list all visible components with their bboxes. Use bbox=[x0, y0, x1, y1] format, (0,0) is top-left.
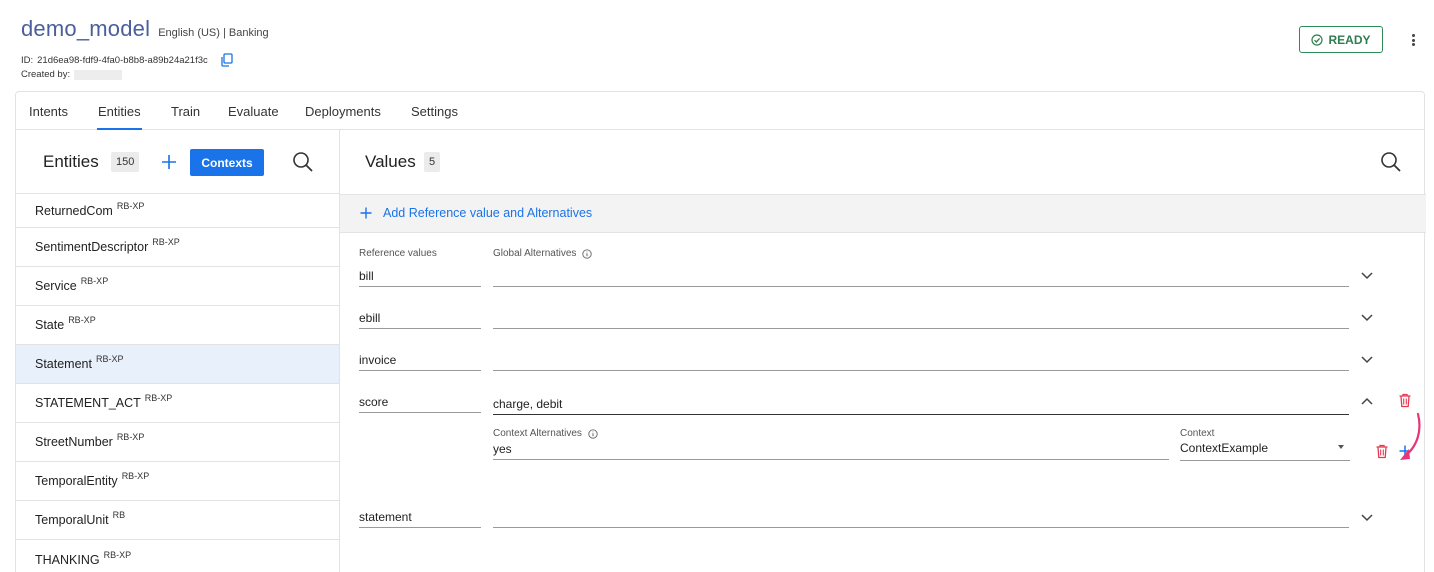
reference-values-header: Reference values bbox=[359, 248, 437, 259]
model-header: demo_model English (US) | Banking bbox=[21, 16, 269, 42]
caret-down-icon bbox=[1338, 445, 1344, 449]
model-meta: English (US) | Banking bbox=[158, 27, 269, 39]
entities-title: Entities bbox=[43, 152, 99, 171]
values-title: Values bbox=[365, 152, 416, 171]
entity-item-streetnumber[interactable]: StreetNumber RB-XP bbox=[16, 423, 339, 462]
entity-list: ReturnedCom RB-XP SentimentDescriptor RB-X… bbox=[16, 194, 339, 572]
tab-bar: Intents Entities Train Evaluate Deployme… bbox=[16, 92, 1424, 130]
add-reference-value-button[interactable]: Add Reference value and Alternatives bbox=[360, 206, 592, 220]
search-entities-icon[interactable] bbox=[292, 151, 314, 173]
more-options-icon[interactable] bbox=[1406, 32, 1420, 48]
values-count-badge: 5 bbox=[424, 152, 441, 172]
id-value: 21d6ea98-fdf9-4fa0-b8b8-a89b24a21f3c bbox=[37, 54, 208, 66]
tab-entities[interactable]: Entities bbox=[97, 104, 142, 130]
entities-count-badge: 150 bbox=[111, 152, 140, 172]
plus-icon bbox=[360, 207, 372, 219]
redacted-author bbox=[74, 69, 123, 80]
annotation-arrow-icon bbox=[1400, 412, 1421, 460]
model-id-line: ID: 21d6ea98-fdf9-4fa0-b8b8-a89b24a21f3c bbox=[21, 53, 234, 67]
global-alternatives-header: Global Alternatives bbox=[493, 248, 593, 259]
status-ready-button[interactable]: READY bbox=[1299, 26, 1383, 53]
info-icon[interactable] bbox=[588, 428, 598, 439]
entity-item-state[interactable]: State RB-XP bbox=[16, 306, 339, 345]
entity-item-sentimentdescriptor[interactable]: SentimentDescriptor RB-XP bbox=[16, 228, 339, 267]
add-value-row: Add Reference value and Alternatives bbox=[340, 194, 1426, 233]
info-icon[interactable] bbox=[582, 248, 593, 259]
check-circle-icon bbox=[1311, 33, 1324, 46]
created-label: Created by: bbox=[21, 69, 71, 80]
delete-value-icon[interactable] bbox=[1398, 393, 1412, 408]
reference-value-invoice[interactable]: invoice bbox=[359, 353, 481, 371]
tab-deployments[interactable]: Deployments bbox=[305, 104, 381, 119]
entity-item-thanking[interactable]: THANKING RB-XP bbox=[16, 540, 339, 572]
tab-settings[interactable]: Settings bbox=[411, 104, 458, 119]
entities-panel: Entities 150 Contexts ReturnedCom RB-XP S… bbox=[16, 130, 340, 572]
global-alternatives-statement[interactable] bbox=[493, 510, 1349, 528]
entity-item-temporalunit[interactable]: TemporalUnit RB bbox=[16, 501, 339, 540]
chevron-down-icon[interactable] bbox=[1360, 312, 1374, 322]
entities-header: Entities 150 Contexts bbox=[16, 130, 339, 194]
entity-item-service[interactable]: Service RB-XP bbox=[16, 267, 339, 306]
id-label: ID: bbox=[21, 54, 34, 66]
reference-value-statement[interactable]: statement bbox=[359, 510, 481, 528]
tab-train[interactable]: Train bbox=[171, 104, 200, 119]
context-select[interactable]: ContextExample bbox=[1180, 441, 1350, 461]
status-label: READY bbox=[1328, 32, 1371, 47]
context-alternatives-header: Context Alternatives bbox=[493, 428, 598, 439]
global-alternatives-score[interactable]: charge, debit bbox=[493, 397, 1349, 415]
entity-item-returnedcom[interactable]: ReturnedCom RB-XP bbox=[16, 194, 339, 228]
created-by-line: Created by: bbox=[21, 69, 123, 80]
global-alternatives-ebill[interactable] bbox=[493, 311, 1349, 329]
add-entity-icon[interactable] bbox=[161, 154, 177, 170]
chevron-up-icon[interactable] bbox=[1360, 396, 1374, 406]
search-values-icon[interactable] bbox=[1380, 151, 1402, 173]
chevron-down-icon[interactable] bbox=[1360, 512, 1374, 522]
reference-value-bill[interactable]: bill bbox=[359, 269, 481, 287]
global-alternatives-invoice[interactable] bbox=[493, 353, 1349, 371]
global-alternatives-bill[interactable] bbox=[493, 269, 1349, 287]
context-select-value: ContextExample bbox=[1180, 441, 1269, 455]
chevron-down-icon[interactable] bbox=[1360, 270, 1374, 280]
chevron-down-icon[interactable] bbox=[1360, 354, 1374, 364]
tab-intents[interactable]: Intents bbox=[29, 104, 68, 119]
values-panel: Values 5 Add Reference value and Alterna… bbox=[340, 130, 1426, 572]
reference-value-ebill[interactable]: ebill bbox=[359, 311, 481, 329]
main-card: Intents Entities Train Evaluate Deployme… bbox=[15, 91, 1426, 572]
entity-item-temporalentity[interactable]: TemporalEntity RB-XP bbox=[16, 462, 339, 501]
add-reference-label: Add Reference value and Alternatives bbox=[383, 206, 593, 220]
entity-item-statement-act[interactable]: STATEMENT_ACT RB-XP bbox=[16, 384, 339, 423]
tab-evaluate[interactable]: Evaluate bbox=[228, 104, 279, 119]
reference-value-score[interactable]: score bbox=[359, 395, 481, 413]
entity-item-statement[interactable]: Statement RB-XP bbox=[16, 345, 339, 384]
contexts-button[interactable]: Contexts bbox=[190, 149, 264, 176]
copy-icon[interactable] bbox=[220, 53, 234, 67]
model-name: demo_model bbox=[21, 16, 151, 41]
context-alternatives-input[interactable]: yes bbox=[493, 442, 1169, 460]
delete-context-icon[interactable] bbox=[1375, 444, 1389, 459]
context-header: Context bbox=[1180, 428, 1215, 439]
